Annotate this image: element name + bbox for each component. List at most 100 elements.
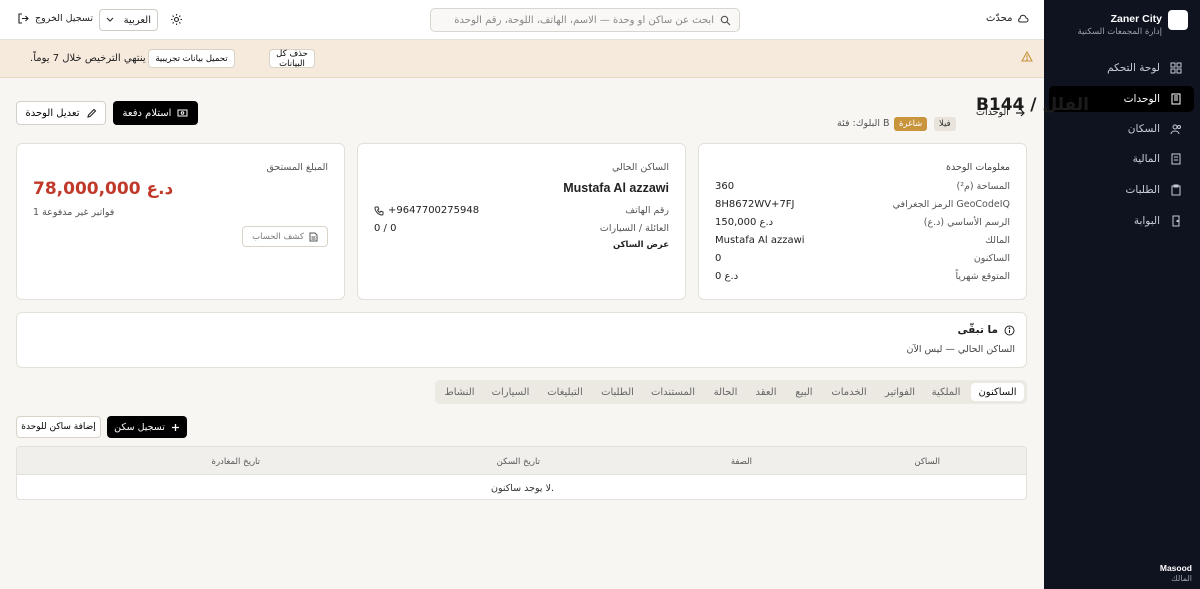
sidebar-item-label: السكان [1127,123,1160,135]
monthly-expected-label: المتوقع شهرياً [955,271,1010,282]
empty-state: لا يوجد ساكنون. [490,483,555,494]
area-value: 360 [715,181,735,192]
remaining-heading: ما تبقّى [957,324,998,336]
sidebar-item-label: المالية [1132,153,1160,165]
geocode-value: 8H8672WV+7FJ [715,199,795,210]
tab-activity[interactable]: النشاط [438,383,481,401]
unpaid-invoices: 1 فواتير غير مدفوعة [33,207,115,218]
family-value: 0 / 0 [374,223,397,234]
tab-vehicles[interactable]: السيارات [487,383,534,401]
residents-count-label: الساكنون [973,253,1010,264]
unit-info-heading: معلومات الوحدة [946,162,1010,173]
phone-value: +9647700275948 [374,205,479,216]
edit-unit-button[interactable]: تعديل الوحدة [16,101,106,125]
owner-value: Mustafa Al azzawi [715,235,805,246]
phone-number: +9647700275948 [388,205,480,216]
add-resident-button[interactable]: إضافة ساكن للوحدة [16,416,101,438]
document-icon [309,232,318,242]
monthly-expected-value: 0 د.ع [715,271,739,282]
language-select[interactable]: العربية [99,9,158,31]
logout-label: تسجيل الخروج [35,13,93,24]
edit-unit-label: تعديل الوحدة [25,107,80,119]
sidebar-item-requests[interactable]: الطلبات [1049,177,1194,203]
clipboard-icon [1170,184,1182,196]
brand-name: Zaner City [1110,13,1162,25]
statement-label: كشف الحساب [252,231,304,242]
tab-ownership[interactable]: الملكية [924,383,968,401]
pencil-icon [86,108,97,119]
tab-invoices[interactable]: الفواتير [878,383,922,401]
remaining-text: الساكن الحالي — ليس الآن [906,344,1015,355]
settings-button[interactable] [170,13,183,29]
gear-icon [170,13,183,26]
tab-sale[interactable]: البيع [788,383,820,401]
sidebar-item-dashboard[interactable]: لوحة التحكم [1049,55,1194,81]
tab-contract[interactable]: العقد [750,383,782,401]
users-icon [1170,123,1182,135]
sidebar-item-label: البوابة [1133,215,1160,227]
resident-name: Mustafa Al azzawi [563,181,669,195]
user-name: Masood [1159,563,1192,573]
remaining-heading-row: ما تبقّى [957,324,1015,336]
geocode-label: الرمز الجغرافي GeoCodeIQ [892,199,1010,210]
type-badge: فيلا [934,117,956,131]
sidebar-item-finance[interactable]: المالية [1049,146,1194,172]
sidebar-item-label: لوحة التحكم [1107,62,1160,74]
license-text: .ينتهي الترخيص خلال 7 يوماً [30,53,146,64]
base-fee-value: 150,000 د.ع [715,217,774,228]
sync-status: محدّث [986,13,1029,24]
tab-services[interactable]: الخدمات [826,383,872,401]
status-badge: شاغرة [894,117,928,131]
view-resident-link[interactable]: عرض الساكن [613,240,669,250]
chevron-down-icon [106,17,114,23]
cloud-icon [1017,14,1029,24]
sidebar-item-residents[interactable]: السكان [1049,116,1194,142]
column-role: الصفة [730,457,752,467]
due-heading: المبلغ المستحق [266,162,328,173]
tab-notifications[interactable]: التبليغات [540,383,590,401]
receive-payment-label: استلام دفعة [122,107,172,119]
column-move-in: تاريخ السكن [496,457,540,467]
tab-status[interactable]: الحالة [707,383,744,401]
phone-icon [374,206,384,216]
delete-all-button[interactable]: حذف كل البيانات [269,49,315,69]
search-input[interactable] [444,14,714,26]
owner-label: المالك [985,235,1010,246]
residents-table: الساكن الصفة تاريخ السكن تاريخ المغادرة … [16,446,1027,500]
load-demo-button[interactable]: تحميل بيانات تجريبية [148,49,235,68]
language-value: العربية [123,14,151,26]
resident-heading: الساكن الحالي [611,162,669,173]
grid-icon [1170,62,1182,74]
area-label: المساحة (م²) [956,181,1010,192]
brand-logo [1168,10,1188,30]
search-box[interactable] [430,8,740,32]
family-label: العائلة / السيارات [599,223,669,234]
tab-documents[interactable]: المستندات [645,383,701,401]
residents-count-value: 0 [715,253,722,264]
user-role: المالك [1171,574,1192,583]
receipt-icon [1170,153,1182,165]
account-statement-button[interactable]: كشف الحساب [242,226,328,247]
phone-label: رقم الهاتف [625,205,669,216]
sidebar-item-gate[interactable]: البوابة [1049,208,1194,234]
tab-residents[interactable]: الساكنون [971,383,1024,401]
remaining-card [16,312,1027,368]
search-icon [720,15,731,26]
sidebar-item-label: الطلبات [1125,184,1160,196]
base-fee-label: الرسم الأساسي (د.ع) [923,217,1010,228]
logout-button[interactable]: تسجيل الخروج [18,13,93,24]
due-amount: 78,000,000 د.ع [33,179,174,199]
sync-label: محدّث [986,13,1013,24]
plus-icon [171,423,180,432]
warning-icon [1021,51,1033,62]
column-move-out: تاريخ المغادرة [211,457,260,467]
brand-subtitle: إدارة المجمعات السكنية [1077,27,1162,37]
tab-requests[interactable]: الطلبات [596,383,639,401]
logout-icon [18,13,29,24]
door-icon [1170,215,1182,227]
register-residency-button[interactable]: تسجيل سكن [107,416,187,438]
page-title: B144 / الفلل [975,95,1089,115]
info-icon [1004,325,1015,336]
register-label: تسجيل سكن [114,421,165,433]
receive-payment-button[interactable]: استلام دفعة [113,101,198,125]
